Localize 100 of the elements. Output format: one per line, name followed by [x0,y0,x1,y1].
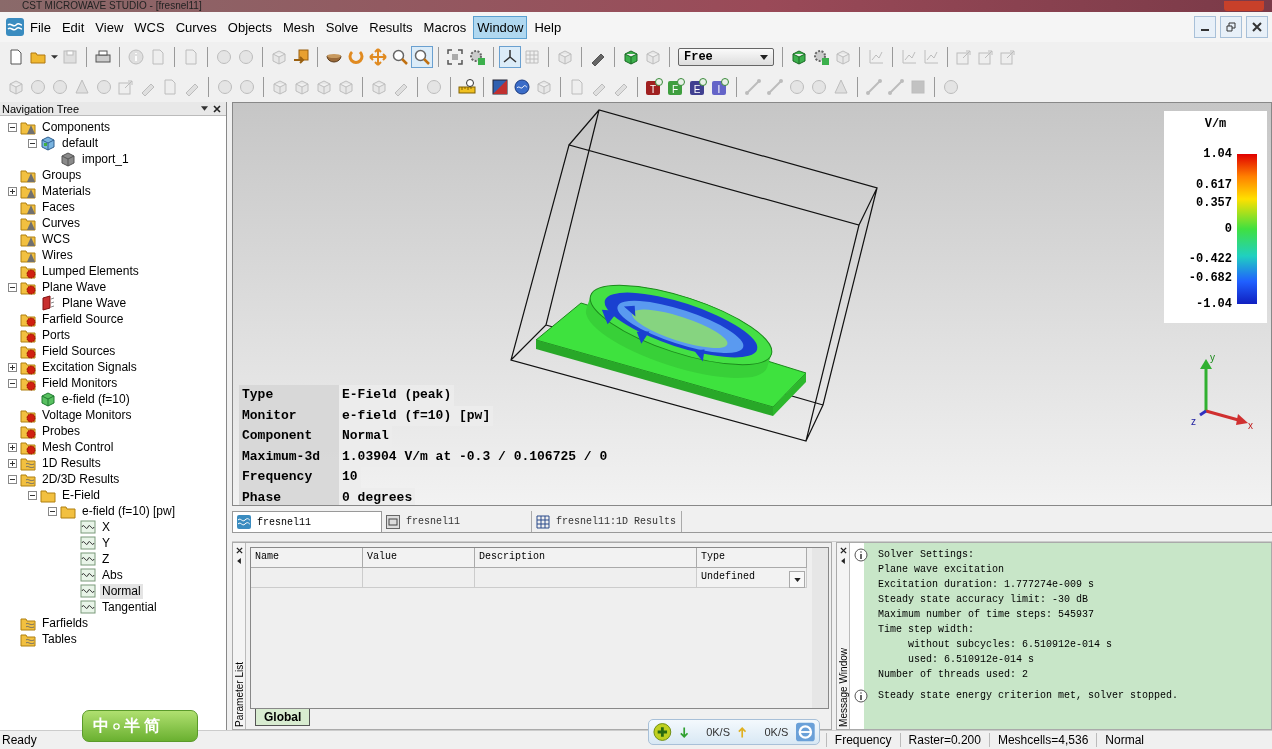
tree-item[interactable]: Components [40,119,113,135]
collapse-icon[interactable] [28,138,37,148]
document-tab[interactable]: fresnel11 [382,511,532,532]
collapse-icon[interactable] [8,122,17,132]
tree-item[interactable]: Tangential [100,599,159,615]
menu-item[interactable]: Objects [223,15,276,39]
close-button[interactable] [1246,16,1268,38]
tree-item[interactable]: Faces [40,199,77,215]
tree-item[interactable]: Plane Wave [60,295,129,311]
menu-item[interactable]: Edit [57,15,89,39]
restore-button[interactable] [1220,16,1242,38]
down-arrow-icon [679,726,689,738]
browser-icon[interactable] [796,722,815,742]
toolbar-button[interactable]: E [687,76,709,98]
caret-icon[interactable] [237,558,241,564]
window-title: CST MICROWAVE STUDIO - [fresnel11] [22,0,202,12]
close-icon[interactable] [235,547,243,554]
tree-item[interactable]: Y [100,535,112,551]
cube-icon [535,78,553,96]
document-tab[interactable]: fresnel11 [232,511,382,532]
tree-item[interactable]: 2D/3D Results [40,471,122,487]
menu-item[interactable]: Solve [321,15,363,39]
collapse-icon[interactable] [8,282,17,292]
graph-icon [80,599,96,615]
tree-item[interactable]: Wires [40,247,75,263]
tree-item[interactable]: Field Monitors [40,375,120,391]
3d-view[interactable]: V/m 1.04 0.617 0.357 0 -0.422 -0.682 -1.04 y z x Type E-Field (peak) Monitor e-field (f=10) [pw] Component Normal Maximum-3d 1.03904 V/m at -0.3 / 0.106725 / 0 Frequency 10 Phase 0 degrees [232,102,1272,506]
tree-item[interactable]: Z [100,551,112,567]
tree-item[interactable]: e-field (f=10) [60,391,132,407]
tree-item[interactable]: Mesh Control [40,439,116,455]
expand-icon[interactable] [8,442,17,452]
tree-item[interactable]: Normal [100,583,143,599]
tree-item[interactable]: import_1 [80,151,131,167]
tree-item[interactable]: Farfields [40,615,90,631]
column-header[interactable]: Name [251,548,363,568]
collapse-icon[interactable] [8,378,17,388]
legend-label: -0.682 [1188,272,1232,285]
tree-item[interactable]: e-field (f=10) [pw] [80,503,178,519]
collapse-icon[interactable] [28,490,37,500]
type-dropdown[interactable]: Undefined [697,568,807,588]
toolbar-button[interactable] [499,46,521,68]
tree-item[interactable]: default [60,135,101,151]
caret-icon[interactable] [201,106,208,111]
expand-icon[interactable] [8,362,17,372]
column-header[interactable]: Type [697,548,807,568]
tree-item[interactable]: Plane Wave [40,279,109,295]
caret-icon[interactable] [841,558,845,564]
column-header[interactable]: Description [475,548,697,568]
toolbar-button[interactable] [489,76,511,98]
expand-icon[interactable] [8,186,17,196]
tree-item[interactable]: Probes [40,423,83,439]
cube-icon [270,48,288,66]
tree-item[interactable]: Voltage Monitors [40,407,134,423]
tree-item[interactable]: Farfield Source [40,311,126,327]
toolbar-button[interactable]: T [643,76,665,98]
close-icon[interactable] [213,104,221,113]
circle-icon [238,78,256,96]
expand-icon[interactable] [8,458,17,468]
tree-item[interactable]: Groups [40,167,84,183]
menu-item[interactable]: View [91,15,128,39]
tree-item[interactable]: Excitation Signals [40,359,139,375]
tree-item[interactable]: 1D Results [40,455,103,471]
menu-item[interactable]: Results [365,15,417,39]
info-icon [854,689,868,703]
menu-item[interactable]: Macros [419,15,471,39]
minimize-button[interactable] [1194,16,1216,38]
collapse-icon[interactable] [8,474,17,484]
close-icon[interactable] [839,547,847,554]
chart-icon [922,48,940,66]
tree-item[interactable]: Materials [40,183,93,199]
toolbar-button[interactable] [511,76,533,98]
tree-item[interactable]: Field Sources [40,343,118,359]
sheet-tab[interactable]: Global [255,709,311,726]
collapse-icon[interactable] [48,506,57,516]
tree-item[interactable]: Abs [100,567,125,583]
menu-item[interactable]: File [26,15,55,39]
scrollbar[interactable] [812,548,828,708]
circle-icon [810,78,828,96]
toolbar-button[interactable] [411,46,433,68]
tree-item[interactable]: Ports [40,327,72,343]
tree-item[interactable]: Lumped Elements [40,263,141,279]
view-mode-dropdown[interactable]: Free [678,48,774,66]
column-header[interactable]: Value [363,548,475,568]
menu-item[interactable]: Window [473,15,528,39]
folder-icon [20,343,36,359]
table-cell[interactable] [475,568,697,588]
tree-item[interactable]: Curves [40,215,82,231]
table-cell[interactable] [251,568,363,588]
menu-item[interactable]: Curves [171,15,221,39]
tree-item[interactable]: Tables [40,631,79,647]
table-cell[interactable] [363,568,475,588]
menu-item[interactable]: WCS [130,15,169,39]
tree-item[interactable]: E-Field [60,487,102,503]
toolbar-button[interactable]: I [709,76,731,98]
document-tab[interactable]: fresnel11:1D Results [532,511,682,532]
folder-icon [20,471,36,487]
menu-item[interactable]: Help [530,15,566,39]
menu-item[interactable]: Mesh [278,15,319,39]
tree-item[interactable]: WCS [40,231,72,247]
tree-item[interactable]: X [100,519,112,535]
